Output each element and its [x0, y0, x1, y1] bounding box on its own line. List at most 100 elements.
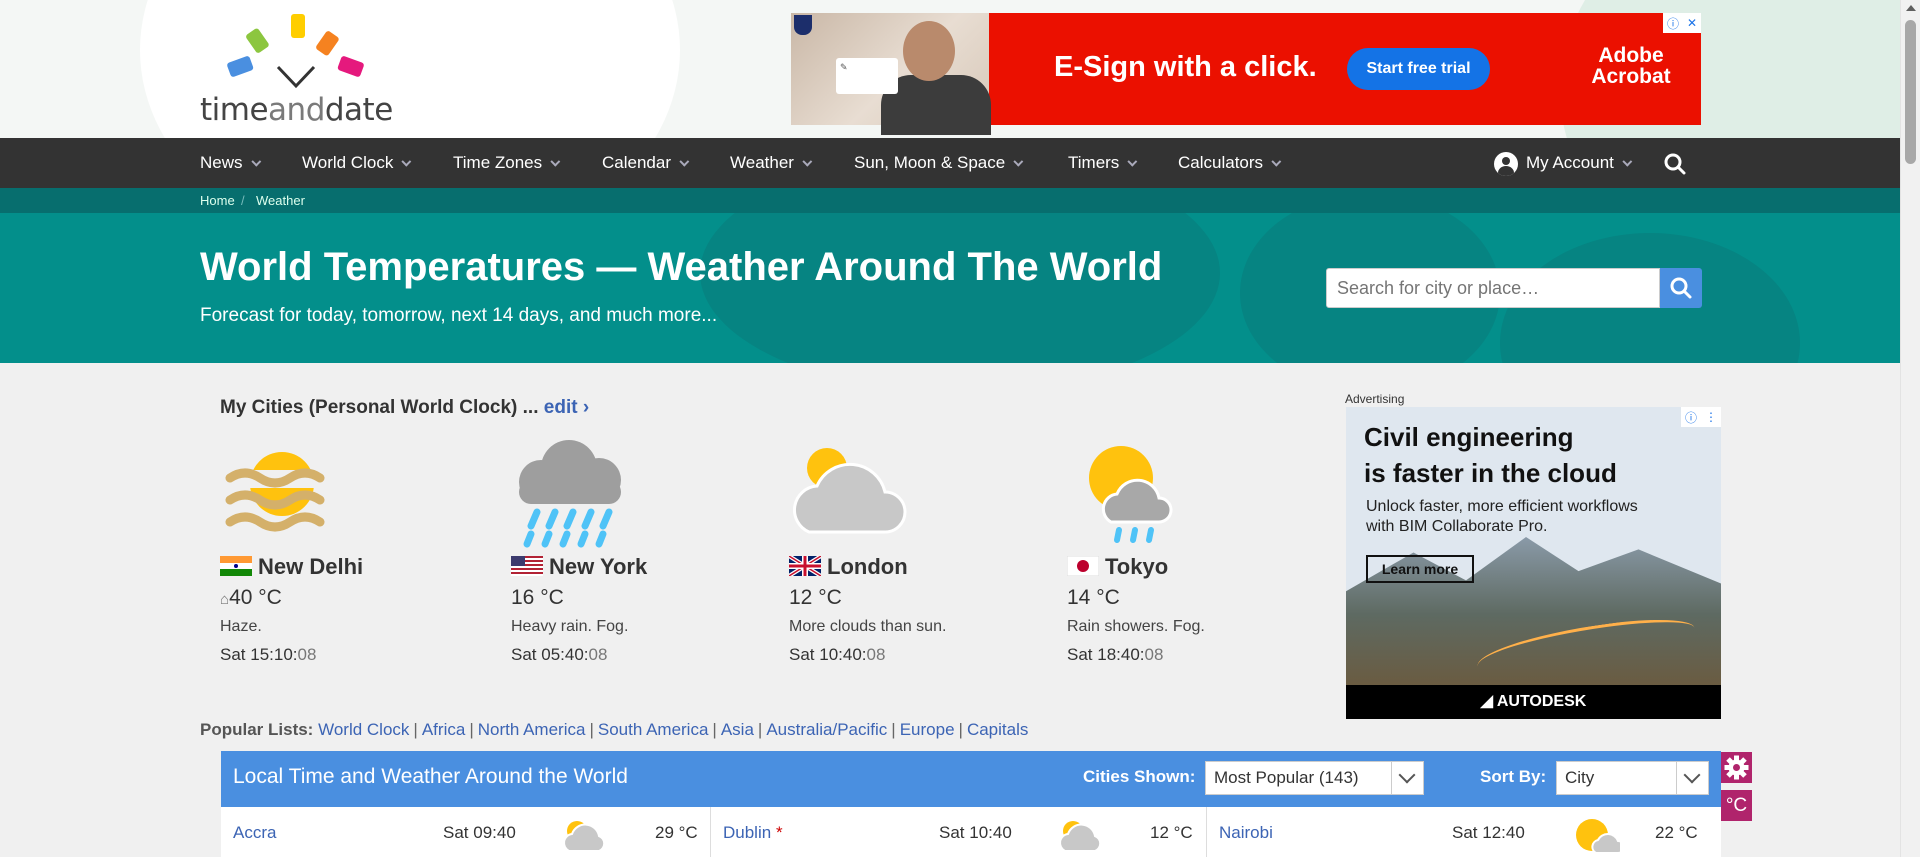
- my-city-tokyo[interactable]: Tokyo 14 °C Rain showers. Fog. Sat 18:40…: [1067, 440, 1327, 670]
- cities-shown-select[interactable]: Most Popular (143): [1205, 761, 1424, 795]
- heavy-rain-icon: [519, 440, 621, 548]
- scroll-up-icon[interactable]: [1906, 5, 1916, 11]
- nav-time-zones[interactable]: Time Zones: [453, 138, 561, 188]
- nav-my-account[interactable]: My Account: [1494, 138, 1633, 188]
- cities-shown-label: Cities Shown:: [1083, 767, 1196, 786]
- city-temperature: 14 °C: [1067, 586, 1120, 609]
- sun-cloud-icon: [1576, 819, 1620, 854]
- table-city-temp: 12 °C: [1150, 823, 1193, 842]
- ad-headline: E-Sign with a click.: [1054, 51, 1317, 83]
- partly-cloudy-icon: [563, 821, 606, 852]
- table-city-temp: 22 °C: [1655, 823, 1698, 842]
- nav-calculators[interactable]: Calculators: [1178, 138, 1282, 188]
- city-search-button[interactable]: [1660, 268, 1702, 308]
- table-city-temp: 29 °C: [655, 823, 698, 842]
- city-temperature: 12 °C: [789, 586, 842, 609]
- popular-lists: Popular Lists: World Clock | Africa | North …: [200, 720, 1029, 739]
- city-time: Sat 15:10:08: [220, 645, 317, 664]
- city-temperature: 16 °C: [511, 586, 564, 609]
- chevron-down-icon: [802, 156, 813, 167]
- ad-learn-more-button[interactable]: Learn more: [1366, 555, 1474, 583]
- chevron-down-icon: [679, 156, 690, 167]
- table-city-link[interactable]: Dublin *: [723, 807, 783, 857]
- ad-body: Unlock faster, more efficient workflows w…: [1366, 498, 1638, 535]
- nav-search-button[interactable]: [1664, 138, 1686, 188]
- table-city-time: Sat 10:40: [939, 823, 1012, 842]
- sort-by-select[interactable]: City: [1556, 761, 1709, 795]
- world-weather-table-header: Local Time and Weather Around the World …: [221, 751, 1721, 807]
- ad-photo: ✎: [791, 13, 991, 135]
- city-time: Sat 10:40:08: [789, 645, 886, 664]
- chevron-down-icon: [550, 156, 561, 167]
- chevron-down-icon: [250, 156, 261, 167]
- popular-link-australia-pacific[interactable]: Australia/Pacific: [766, 720, 887, 739]
- chevron-down-icon: [1676, 762, 1708, 794]
- chevron-down-icon: [1622, 156, 1633, 167]
- scrollbar-thumb[interactable]: [1905, 20, 1916, 164]
- partly-cloudy-icon: [1059, 821, 1102, 852]
- ad-cta-button[interactable]: Start free trial: [1347, 48, 1490, 90]
- popular-link-africa[interactable]: Africa: [422, 720, 465, 739]
- rain-showers-icon: [1089, 446, 1173, 543]
- ad-choices-icon[interactable]: ⓘ ⋮: [1681, 407, 1721, 427]
- city-name: London: [789, 554, 908, 580]
- city-weather-desc: Heavy rain. Fog.: [511, 618, 629, 635]
- edit-cities-link[interactable]: edit ›: [544, 397, 589, 418]
- city-time: Sat 05:40:08: [511, 645, 608, 664]
- nav-world-clock[interactable]: World Clock: [302, 138, 412, 188]
- nav-timers[interactable]: Timers: [1068, 138, 1138, 188]
- settings-button[interactable]: [1721, 752, 1752, 783]
- logo-rays-icon: [227, 14, 364, 89]
- chevron-down-icon: [1271, 156, 1282, 167]
- breadcrumb: Home / Weather: [0, 188, 1900, 213]
- page-title: World Temperatures — Weather Around The …: [200, 245, 1163, 289]
- nav-calendar[interactable]: Calendar: [602, 138, 690, 188]
- city-weather-desc: Haze.: [220, 618, 262, 635]
- nav-news[interactable]: News: [200, 138, 261, 188]
- my-city-new-york[interactable]: New York 16 °C Heavy rain. Fog. Sat 05:4…: [511, 440, 771, 670]
- breadcrumb-home[interactable]: Home: [200, 188, 235, 213]
- city-search-input[interactable]: [1326, 268, 1660, 308]
- japan-flag-icon: [1067, 556, 1099, 576]
- ad-choices-icon[interactable]: ⓘ ✕: [1663, 13, 1701, 33]
- page-scrollbar[interactable]: [1900, 0, 1920, 857]
- side-banner-ad[interactable]: Civil engineering is faster in the cloud …: [1346, 407, 1721, 719]
- site-logo[interactable]: timeanddate: [200, 12, 400, 128]
- city-weather-desc: More clouds than sun.: [789, 618, 947, 635]
- top-banner-ad[interactable]: ✎ E-Sign with a click. Start free trial …: [791, 13, 1701, 135]
- haze-icon: [220, 452, 350, 532]
- table-city-link[interactable]: Nairobi: [1219, 807, 1273, 857]
- logo-wordmark: timeanddate: [200, 92, 393, 128]
- advertising-label: Advertising: [1345, 392, 1405, 406]
- main-nav: News World Clock Time Zones Calendar Wea…: [0, 138, 1900, 188]
- site-header: timeanddate ✎ E-Sign with a click. Start…: [0, 0, 1900, 138]
- chevron-down-icon: [1391, 762, 1423, 794]
- dst-indicator: *: [775, 823, 783, 842]
- world-weather-table: Accra Sat 09:40 29 °C Dublin * Sat 10:40…: [221, 807, 1721, 857]
- my-city-london[interactable]: London 12 °C More clouds than sun. Sat 1…: [789, 440, 1049, 670]
- india-flag-icon: [220, 556, 252, 576]
- chevron-down-icon: [1013, 156, 1024, 167]
- popular-link-south-america[interactable]: South America: [598, 720, 709, 739]
- popular-link-asia[interactable]: Asia: [721, 720, 754, 739]
- popular-link-north-america[interactable]: North America: [478, 720, 586, 739]
- nav-weather[interactable]: Weather: [730, 138, 813, 188]
- popular-link-europe[interactable]: Europe: [900, 720, 955, 739]
- table-city-time: Sat 12:40: [1452, 823, 1525, 842]
- my-cities-heading: My Cities (Personal World Clock) ... edi…: [220, 397, 590, 418]
- table-city-link[interactable]: Accra: [233, 807, 276, 857]
- city-name: New York: [511, 554, 647, 580]
- city-name: Tokyo: [1067, 554, 1168, 580]
- user-icon: [1494, 151, 1518, 176]
- page-subtitle: Forecast for today, tomorrow, next 14 da…: [200, 305, 718, 326]
- popular-link-capitals[interactable]: Capitals: [967, 720, 1028, 739]
- popular-link-world-clock[interactable]: World Clock: [318, 720, 409, 739]
- nav-sun-moon-space[interactable]: Sun, Moon & Space: [854, 138, 1024, 188]
- search-icon: [1670, 277, 1692, 299]
- usa-flag-icon: [511, 556, 543, 576]
- ad-brand: ◢ AUTODESK: [1346, 685, 1721, 719]
- sort-by-label: Sort By:: [1480, 767, 1547, 786]
- breadcrumb-weather[interactable]: Weather: [256, 188, 305, 213]
- temperature-unit-button[interactable]: °C: [1721, 790, 1752, 821]
- my-city-new-delhi[interactable]: New Delhi ⌂40 °C Haze. Sat 15:10:08: [220, 440, 480, 670]
